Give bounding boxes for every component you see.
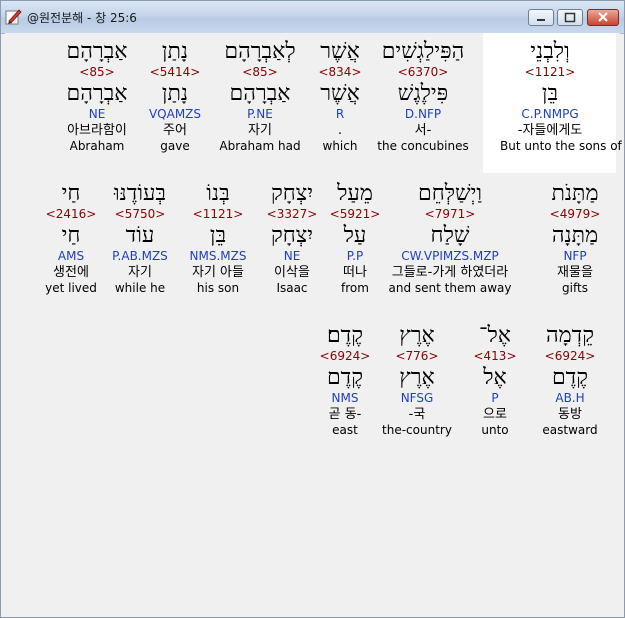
window-title: @원전분해 - 창 25:6 — [27, 11, 137, 25]
hebrew-text: וְלִבְנֵי — [530, 39, 570, 64]
hebrew-text: קֶדֶם׃ — [326, 323, 364, 348]
korean-gloss: 자기 — [248, 123, 272, 138]
english-gloss: yet lived — [45, 281, 97, 295]
english-gloss: Abraham — [69, 139, 125, 153]
strong-number[interactable]: <85> — [47, 65, 147, 79]
minimize-button[interactable] — [528, 9, 554, 26]
lemma-text: חַי — [61, 223, 81, 248]
app-window: @원전분해 - 창 25:6 וְלִבְנֵי <1121> בֵּן C.P… — [0, 0, 625, 618]
strong-number[interactable]: <85> — [210, 65, 310, 79]
morph-code: AMS — [57, 249, 85, 263]
app-pen-icon — [5, 9, 22, 25]
morph-code: NMS — [331, 391, 359, 405]
lemma-text: אַבְרָהָם — [229, 81, 291, 106]
strong-number[interactable]: <1121> — [500, 65, 600, 79]
strong-number[interactable]: <6924> — [295, 349, 395, 363]
word-cell[interactable]: אַבְרָהָם <85> אַבְרָהָם NE 아브라함이 Abraha… — [47, 39, 147, 154]
korean-gloss: 아브라함이 — [67, 123, 127, 138]
word-cell[interactable]: מַתָּנֹת <4979> מַתָּנָה NFP 재물을 gifts — [525, 181, 625, 296]
lemma-text: אַבְרָהָם — [66, 81, 128, 106]
maximize-button[interactable] — [557, 9, 583, 26]
hebrew-text: חַי — [61, 181, 81, 206]
korean-gloss: -자들에게도 — [517, 123, 583, 138]
korean-gloss: 생전에 — [53, 265, 89, 280]
word-cell[interactable]: וְלִבְנֵי <1121> בֵּן C.P.NMPG -자들에게도 Bu… — [500, 39, 622, 154]
lemma-text: בֵּן — [541, 81, 559, 106]
english-gloss: gifts — [562, 281, 588, 295]
minimize-icon — [537, 19, 545, 21]
close-icon — [598, 12, 608, 22]
lemma-text: מַתָּנָה — [551, 223, 599, 248]
hebrew-text: לְאַבְרָהָם — [224, 39, 296, 64]
strong-number[interactable]: <4979> — [525, 207, 625, 221]
word-cell[interactable]: לְאַבְרָהָם <85> אַבְרָהָם P.NE 자기 Abrah… — [210, 39, 310, 154]
morph-code: P.NE — [247, 107, 273, 121]
word-cell[interactable]: קֶדֶם׃ <6924> קֶדֶם NMS 곧 동- east — [295, 323, 395, 438]
title-bar[interactable]: @원전분해 - 창 25:6 — [1, 1, 624, 34]
morph-code: NFP — [563, 249, 587, 263]
hebrew-text: מַתָּנֹת — [551, 181, 599, 206]
strong-number[interactable]: <2416> — [21, 207, 121, 221]
english-gloss: east — [332, 423, 358, 437]
close-button[interactable] — [587, 9, 619, 26]
korean-gloss: 곧 동- — [328, 407, 362, 422]
interlinear-panel[interactable]: וְלִבְנֵי <1121> בֵּן C.P.NMPG -자들에게도 Bu… — [5, 33, 622, 613]
morph-code: C.P.NMPG — [521, 107, 579, 121]
english-gloss: But unto the sons of — [500, 139, 622, 153]
maximize-icon — [564, 12, 576, 23]
morph-code: NE — [88, 107, 106, 121]
english-gloss: Abraham had — [219, 139, 301, 153]
hebrew-text: אַבְרָהָם — [66, 39, 128, 64]
korean-gloss: 재물을 — [557, 265, 593, 280]
word-cell[interactable]: חַי <2416> חַי AMS 생전에 yet lived — [21, 181, 121, 296]
lemma-text: קֶדֶם — [326, 365, 364, 390]
